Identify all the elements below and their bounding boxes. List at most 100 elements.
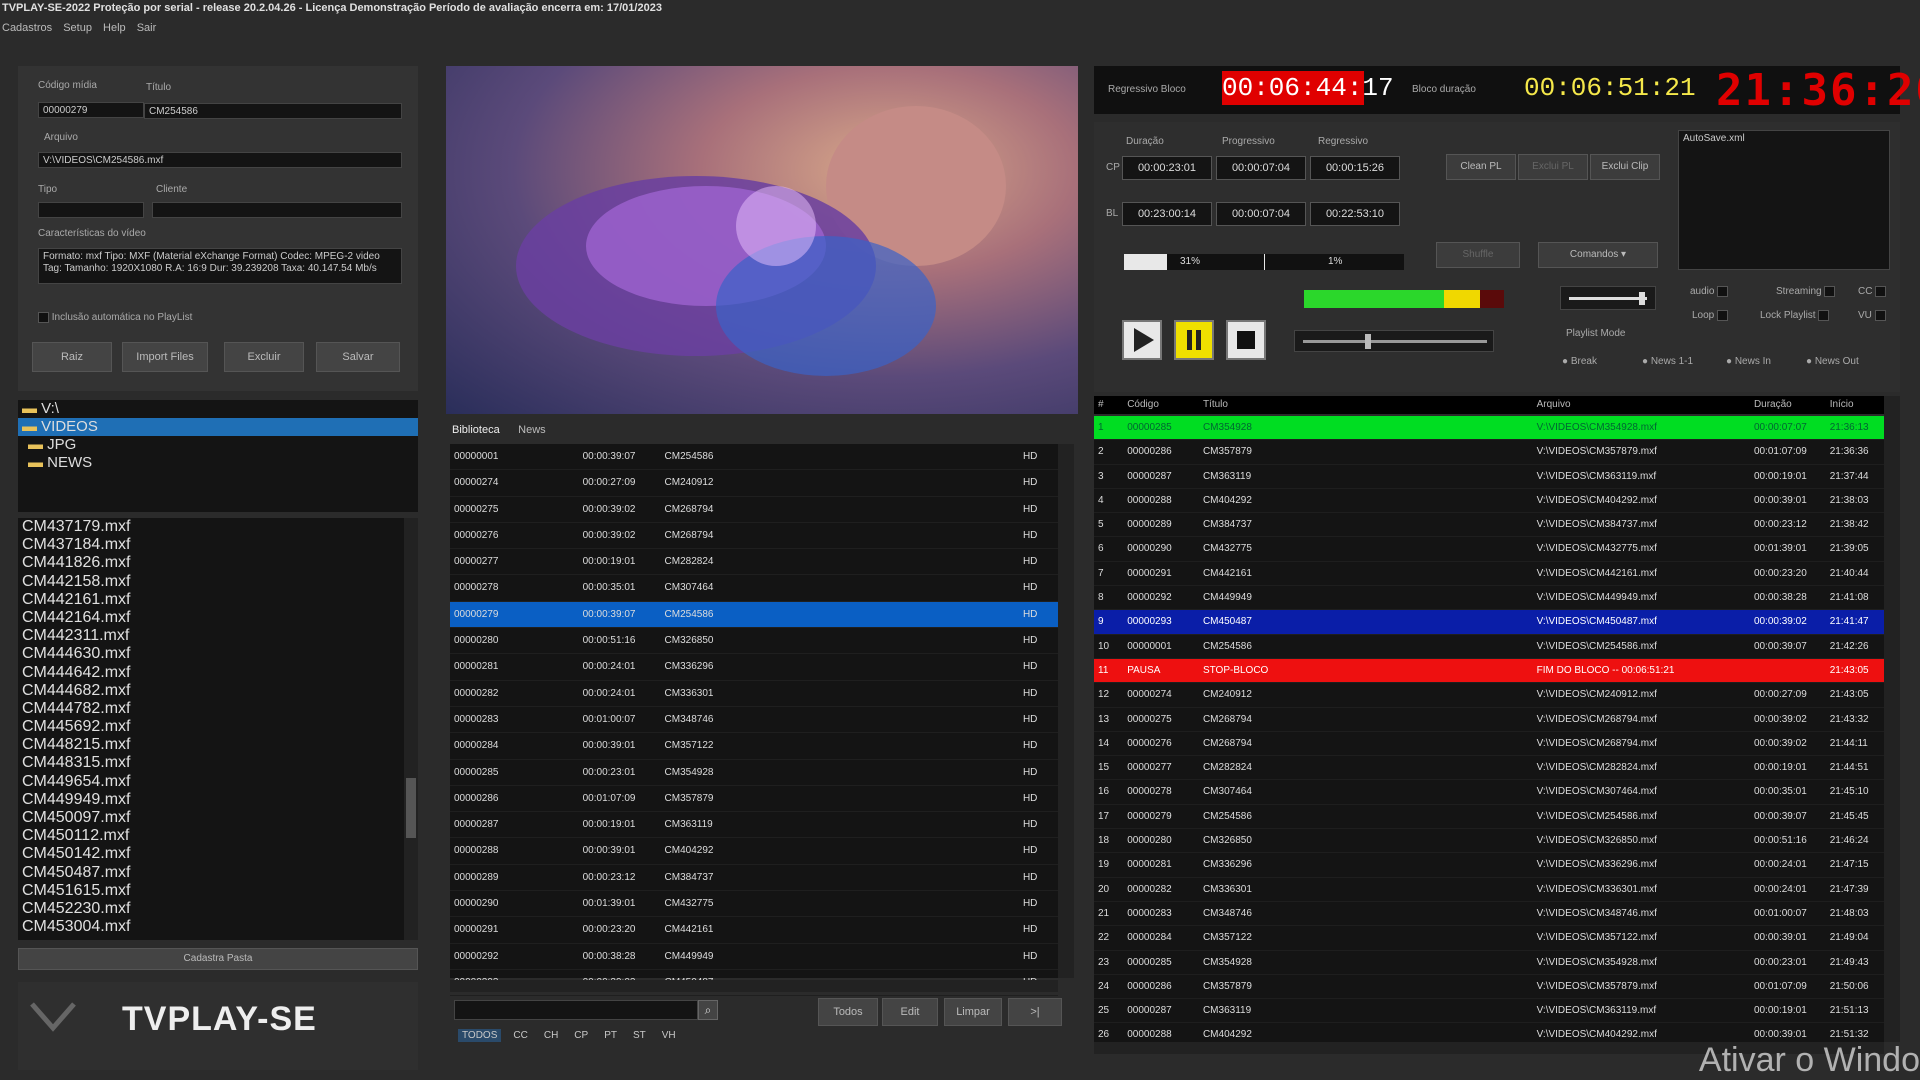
file-list-item[interactable]: CM449654.mxf <box>18 773 404 791</box>
library-row[interactable]: 00000276 00:00:39:02 CM268794 HD <box>450 523 1058 550</box>
playlist-row[interactable]: 11 PAUSA STOP-BLOCO FIM DO BLOCO -- 00:06:5… <box>1094 658 1884 684</box>
option-cc[interactable]: CC <box>1858 286 1887 297</box>
library-row[interactable]: 00000280 00:00:51:16 CM326850 HD <box>450 628 1058 655</box>
playlist-row[interactable]: 15 00000277 CM282824 V:\VIDEOS\CM282824.mxf… <box>1094 756 1884 781</box>
library-row[interactable]: 00000292 00:00:38:28 CM449949 HD <box>450 944 1058 970</box>
library-row[interactable]: 00000001 00:00:39:07 CM254586 HD <box>450 444 1058 471</box>
playlist-row[interactable]: 19 00000281 CM336296 V:\VIDEOS\CM336296.mxf… <box>1094 853 1884 878</box>
playlist-header-cell[interactable]: Arquivo <box>1533 396 1750 414</box>
file-list-item[interactable]: CM451615.mxf <box>18 882 404 900</box>
mode-news-in[interactable]: ● News In <box>1726 356 1771 367</box>
all-button[interactable]: Todos <box>818 998 878 1026</box>
commands-dropdown[interactable]: Comandos ▾ <box>1538 242 1658 268</box>
register-folder-button[interactable]: Cadastra Pasta <box>18 948 418 970</box>
playlist-row[interactable]: 14 00000276 CM268794 V:\VIDEOS\CM268794.mxf… <box>1094 732 1884 757</box>
playlist-row[interactable]: 9 00000293 CM450487 V:\VIDEOS\CM450487.mxf 0… <box>1094 610 1884 635</box>
playlist-row[interactable]: 23 00000285 CM354928 V:\VIDEOS\CM354928.mxf… <box>1094 951 1884 975</box>
library-row[interactable]: 00000291 00:00:23:20 CM442161 HD <box>450 917 1058 944</box>
library-row[interactable]: 00000289 00:00:23:12 CM384737 HD <box>450 865 1058 892</box>
playlist-header-cell[interactable]: Título <box>1199 396 1533 414</box>
library-row[interactable]: 00000285 00:00:23:01 CM354928 HD <box>450 760 1058 786</box>
library-row[interactable]: 00000290 00:01:39:01 CM432775 HD <box>450 891 1058 918</box>
mode-news-out[interactable]: ● News Out <box>1806 356 1859 367</box>
volume-slider[interactable] <box>1560 286 1656 310</box>
edit-button[interactable]: Edit <box>882 998 938 1026</box>
file-list-item[interactable]: CM442311.mxf <box>18 627 404 645</box>
mode-break[interactable]: ● Break <box>1562 356 1597 367</box>
file-list-item[interactable]: CM452230.mxf <box>18 900 404 918</box>
file-list-item[interactable]: CM444782.mxf <box>18 700 404 718</box>
auto-include-checkbox[interactable] <box>38 312 49 323</box>
library-search-input[interactable] <box>454 1000 698 1020</box>
playlist-row[interactable]: 16 00000278 CM307464 V:\VIDEOS\CM307464.mxf… <box>1094 780 1884 805</box>
file-list-item[interactable]: CM444682.mxf <box>18 682 404 700</box>
library-row[interactable]: 00000287 00:00:19:01 CM363119 HD <box>450 812 1058 839</box>
playlist-row[interactable]: 1 00000285 CM354928 V:\VIDEOS\CM354928.mxf 0… <box>1094 416 1884 441</box>
library-row[interactable]: 00000282 00:00:24:01 CM336301 HD <box>450 681 1058 707</box>
volume-slider-thumb[interactable] <box>1639 292 1645 305</box>
option-lock-playlist[interactable]: Lock Playlist <box>1760 310 1830 321</box>
stop-button[interactable] <box>1226 320 1266 360</box>
playlist-header-cell[interactable]: Código <box>1123 396 1199 414</box>
file-list-item[interactable]: CM444642.mxf <box>18 664 404 682</box>
seek-slider[interactable] <box>1294 330 1494 352</box>
file-list-item[interactable]: CM450112.mxf <box>18 827 404 845</box>
playlist-header-cell[interactable]: Início <box>1826 396 1884 414</box>
file-list-item[interactable]: CM448215.mxf <box>18 736 404 754</box>
menu-help[interactable]: Help <box>103 22 126 34</box>
library-scrollbar[interactable] <box>1058 444 1074 978</box>
file-list-item[interactable]: CM442161.mxf <box>18 591 404 609</box>
delete-playlist-button[interactable]: Exclui PL <box>1518 154 1588 180</box>
file-list-item[interactable]: CM445692.mxf <box>18 718 404 736</box>
tree-item-news[interactable]: ▬ NEWS <box>18 454 418 472</box>
library-row[interactable]: 00000288 00:00:39:01 CM404292 HD <box>450 838 1058 865</box>
file-list-item[interactable]: CM450097.mxf <box>18 809 404 827</box>
playlist-header-cell[interactable]: # <box>1094 396 1123 414</box>
tab-biblioteca[interactable]: Biblioteca <box>452 424 500 436</box>
file-list-item[interactable]: CM453004.mxf <box>18 918 404 936</box>
clean-playlist-button[interactable]: Clean PL <box>1446 154 1516 180</box>
playlist-row[interactable]: 12 00000274 CM240912 V:\VIDEOS\CM240912.mxf… <box>1094 683 1884 708</box>
file-list-item[interactable]: CM437184.mxf <box>18 536 404 554</box>
playlist-row[interactable]: 4 00000288 CM404292 V:\VIDEOS\CM404292.mxf 0… <box>1094 489 1884 514</box>
library-row[interactable]: 00000274 00:00:27:09 CM240912 HD <box>450 470 1058 497</box>
filter-pt[interactable]: PT <box>600 1029 621 1042</box>
pause-button[interactable] <box>1174 320 1214 360</box>
library-row[interactable]: 00000283 00:01:00:07 CM348746 HD <box>450 707 1058 734</box>
client-select[interactable] <box>152 202 402 218</box>
clear-button[interactable]: Limpar <box>944 998 1002 1026</box>
file-list-item[interactable]: CM448315.mxf <box>18 754 404 772</box>
playlist-row[interactable]: 10 00000001 CM254586 V:\VIDEOS\CM254586.mxf… <box>1094 635 1884 659</box>
delete-button[interactable]: Excluir <box>224 342 304 372</box>
filter-ch[interactable]: CH <box>540 1029 562 1042</box>
playlist-row[interactable]: 6 00000290 CM432775 V:\VIDEOS\CM432775.mxf 0… <box>1094 537 1884 562</box>
playlist-row[interactable]: 24 00000286 CM357879 V:\VIDEOS\CM357879.mxf… <box>1094 975 1884 1000</box>
library-row[interactable]: 00000284 00:00:39:01 CM357122 HD <box>450 733 1058 760</box>
filter-cp[interactable]: CP <box>570 1029 592 1042</box>
file-field[interactable]: V:\VIDEOS\CM254586.mxf <box>38 152 402 168</box>
filter-cc[interactable]: CC <box>509 1029 531 1042</box>
playlist-row[interactable]: 25 00000287 CM363119 V:\VIDEOS\CM363119.mxf… <box>1094 999 1884 1024</box>
file-list-item[interactable]: CM442158.mxf <box>18 573 404 591</box>
playlist-row[interactable]: 7 00000291 CM442161 V:\VIDEOS\CM442161.mxf 0… <box>1094 562 1884 587</box>
menu-cadastros[interactable]: Cadastros <box>2 22 52 34</box>
save-button[interactable]: Salvar <box>316 342 400 372</box>
file-list-item[interactable]: CM437179.mxf <box>18 518 404 536</box>
playlist-scrollbar[interactable] <box>1884 396 1900 1042</box>
filter-todos[interactable]: TODOS <box>458 1029 502 1042</box>
seek-slider-thumb[interactable] <box>1365 334 1371 349</box>
library-row[interactable]: 00000281 00:00:24:01 CM336296 HD <box>450 654 1058 681</box>
option-streaming[interactable]: Streaming <box>1776 286 1836 297</box>
shuffle-button[interactable]: Shuffle <box>1436 242 1520 268</box>
file-list-item[interactable]: CM450142.mxf <box>18 845 404 863</box>
playlist-row[interactable]: 5 00000289 CM384737 V:\VIDEOS\CM384737.mxf 0… <box>1094 513 1884 538</box>
skip-to-end-button[interactable]: >| <box>1008 998 1062 1026</box>
library-row[interactable]: 00000279 00:00:39:07 CM254586 HD <box>450 601 1058 629</box>
file-list-item[interactable]: CM441826.mxf <box>18 554 404 572</box>
playlist-header-cell[interactable]: Duração <box>1750 396 1826 414</box>
library-hscrollbar[interactable] <box>450 980 1058 992</box>
filter-st[interactable]: ST <box>629 1029 650 1042</box>
mode-news-1-1[interactable]: ● News 1-1 <box>1642 356 1693 367</box>
file-list-item[interactable]: CM449949.mxf <box>18 791 404 809</box>
playlist-row[interactable]: 20 00000282 CM336301 V:\VIDEOS\CM336301.mxf… <box>1094 878 1884 902</box>
